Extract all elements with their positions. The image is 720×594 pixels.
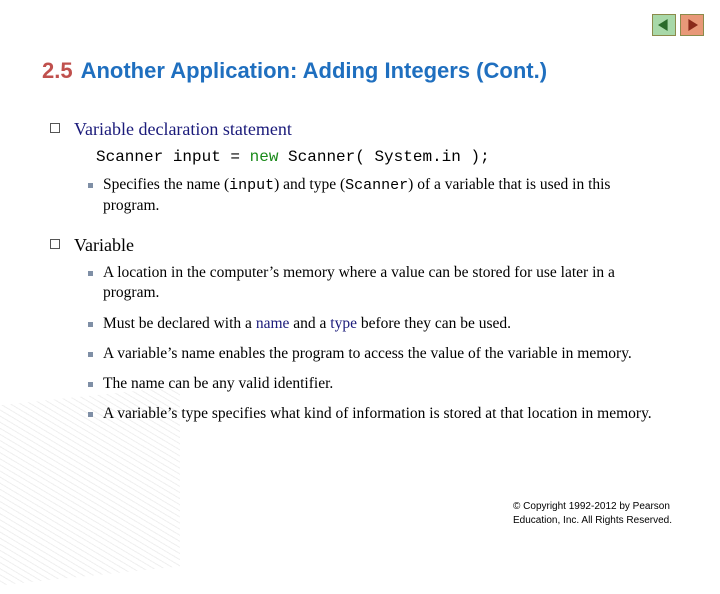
small-square-bullet-icon	[88, 183, 93, 188]
slide-content: Variable declaration statement Scanner i…	[74, 118, 670, 434]
list-item: A location in the computer’s memory wher…	[88, 263, 670, 303]
list-item: The name can be any valid identifier.	[88, 374, 670, 394]
small-square-bullet-icon	[88, 412, 93, 417]
section-title: Another Application: Adding Integers (Co…	[73, 58, 547, 83]
square-bullet-icon	[50, 123, 60, 133]
list-item-text: A variable’s type specifies what kind of…	[103, 404, 652, 424]
code-text: Scanner input =	[96, 148, 250, 166]
list-item-text: Specifies the name (input) and type (Sca…	[103, 175, 670, 216]
list-item-text: Must be declared with a name and a type …	[103, 314, 511, 334]
code-text: Scanner( System.in );	[278, 148, 489, 166]
slide-title: 2.5Another Application: Adding Integers …	[42, 58, 547, 84]
code-keyword: new	[250, 148, 279, 166]
section-number: 2.5	[42, 58, 73, 83]
small-square-bullet-icon	[88, 322, 93, 327]
square-bullet-icon	[50, 239, 60, 249]
list-item-text: The name can be any valid identifier.	[103, 374, 333, 394]
topic-row: Variable declaration statement	[74, 118, 670, 141]
nav-arrows	[652, 14, 704, 36]
small-square-bullet-icon	[88, 271, 93, 276]
topic-heading: Variable	[74, 234, 134, 257]
footer-line: Education, Inc. All Rights Reserved.	[513, 514, 672, 528]
next-slide-button[interactable]	[680, 14, 704, 36]
copyright-footer: © Copyright 1992-2012 by Pearson Educati…	[513, 500, 672, 528]
footer-line: © Copyright 1992-2012 by Pearson	[513, 500, 672, 514]
list-item-text: A location in the computer’s memory wher…	[103, 263, 670, 303]
code-snippet: Scanner input = new Scanner( System.in )…	[96, 147, 670, 168]
list-item: Specifies the name (input) and type (Sca…	[88, 175, 670, 216]
topic-row: Variable	[74, 234, 670, 257]
small-square-bullet-icon	[88, 382, 93, 387]
list-item: A variable’s type specifies what kind of…	[88, 404, 670, 424]
list-item: A variable’s name enables the program to…	[88, 344, 670, 364]
triangle-right-icon	[686, 19, 698, 31]
small-square-bullet-icon	[88, 352, 93, 357]
topic-heading: Variable declaration statement	[74, 118, 292, 141]
list-item-text: A variable’s name enables the program to…	[103, 344, 632, 364]
list-item: Must be declared with a name and a type …	[88, 314, 670, 334]
prev-slide-button[interactable]	[652, 14, 676, 36]
triangle-left-icon	[658, 19, 670, 31]
